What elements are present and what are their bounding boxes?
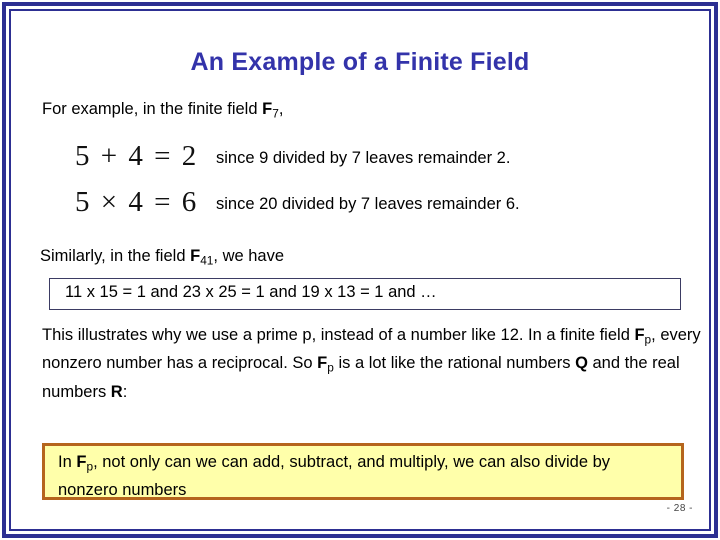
intro-suffix: , — [278, 100, 284, 118]
slide-content: An Example of a Finite Field For example… — [13, 13, 707, 527]
equation-1: 5 + 4 = 2 — [75, 140, 199, 172]
equation-2: 5 × 4 = 6 — [75, 186, 199, 218]
paragraph-field-symbol-2: F — [317, 354, 328, 373]
page-number: - 28 - — [666, 503, 693, 514]
paragraph-part-3: is a lot like the rational numbers — [333, 354, 576, 373]
similarly-prefix: Similarly, in the field — [40, 247, 191, 265]
intro-field-symbol: F — [262, 100, 273, 118]
reals-symbol: R — [110, 382, 123, 401]
paragraph-field-symbol-1: F — [634, 326, 645, 344]
inverses-box: 11 x 15 = 1 and 23 x 25 = 1 and 19 x 13 … — [49, 278, 681, 310]
rationals-symbol: Q — [575, 354, 588, 373]
highlight-prefix: In — [58, 453, 77, 471]
intro-prefix: For example, in the finite field — [42, 100, 263, 118]
paragraph-part-5: : — [122, 382, 128, 401]
paragraph-field-subscript-2: p — [327, 360, 334, 375]
slide: An Example of a Finite Field For example… — [0, 0, 720, 540]
highlight-box: In Fp, not only can we can add, subtract… — [42, 443, 684, 500]
similarly-line: Similarly, in the field F41, we have — [40, 245, 284, 271]
equation-1-note: since 9 divided by 7 leaves remainder 2. — [216, 149, 511, 167]
highlight-box-text: In Fp, not only can we can add, subtract… — [58, 450, 673, 502]
paragraph-part-1: This illustrates why we use a prime p, i… — [42, 326, 635, 344]
highlight-body: , not only can we can add, subtract, and… — [58, 453, 611, 500]
inverses-box-text: 11 x 15 = 1 and 23 x 25 = 1 and 19 x 13 … — [65, 283, 437, 301]
highlight-field-symbol: F — [76, 453, 87, 471]
similarly-field-symbol: F — [190, 247, 201, 265]
similarly-suffix: , we have — [213, 247, 285, 265]
intro-field-subscript: 7 — [272, 106, 279, 121]
page-title: An Example of a Finite Field — [190, 48, 530, 76]
similarly-field-subscript: 41 — [200, 253, 214, 268]
equation-2-note: since 20 divided by 7 leaves remainder 6… — [216, 195, 520, 213]
explanation-paragraph: This illustrates why we use a prime p, i… — [42, 323, 702, 404]
intro-line: For example, in the finite field F7, — [42, 98, 283, 124]
